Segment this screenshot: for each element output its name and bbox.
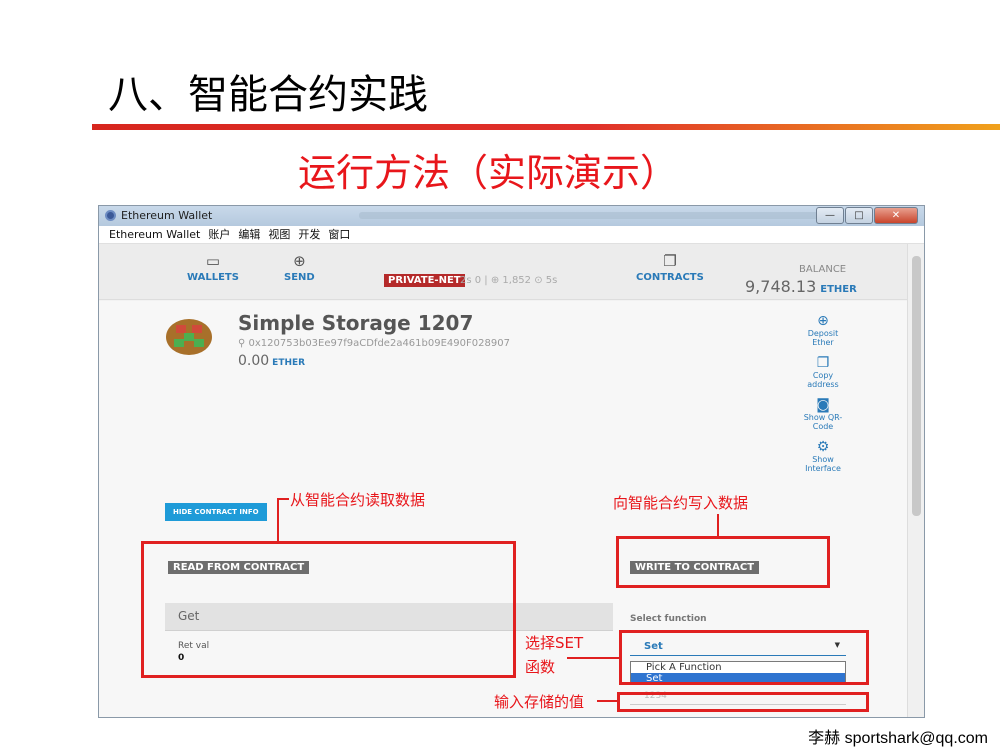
menu-develop[interactable]: 开发 — [298, 226, 320, 243]
network-badge: PRIVATE-NET — [384, 274, 465, 287]
balance-unit: ETHER — [820, 284, 857, 295]
annotation-read: 从智能合约读取数据 — [290, 491, 426, 509]
input-highlight-box — [617, 692, 869, 712]
annotation-read-line-vertical — [277, 498, 279, 542]
window-controls: — □ ✕ — [816, 207, 918, 224]
network-stats: 2s 0 | ⊕ 1,852 ⊙ 5s — [460, 275, 558, 286]
select-highlight-box — [619, 630, 869, 685]
menu-bar: Ethereum Wallet 账户 编辑 视图 开发 窗口 — [99, 226, 924, 244]
scrollbar-thumb[interactable] — [912, 256, 921, 516]
vertical-scrollbar[interactable] — [907, 244, 924, 717]
hide-contract-info-button[interactable]: HIDE CONTRACT INFO — [165, 503, 267, 521]
top-navbar: ▭ WALLETS ⊕ SEND PRIVATE-NET 2s 0 | ⊕ 1,… — [99, 244, 907, 300]
nav-contracts[interactable]: ❐ CONTRACTS — [636, 252, 704, 283]
copy-icon: ❐ — [816, 355, 830, 371]
menu-view[interactable]: 视图 — [268, 226, 290, 243]
nav-wallets-label: WALLETS — [187, 272, 239, 283]
write-highlight-box — [616, 536, 830, 588]
window-titlebar[interactable]: Ethereum Wallet — □ ✕ — [99, 206, 924, 226]
menu-ethereum-wallet[interactable]: Ethereum Wallet — [109, 226, 200, 243]
annotation-write: 向智能合约写入数据 — [613, 494, 749, 512]
contracts-icon: ❐ — [663, 252, 677, 270]
gear-icon: ⚙ — [816, 439, 830, 455]
title-rule — [92, 124, 1000, 130]
slide-subtitle: 运行方法（实际演示） — [298, 151, 679, 195]
annotation-select-set-2: 函数 — [525, 658, 556, 676]
read-highlight-box — [141, 541, 516, 678]
minimize-button[interactable]: — — [816, 207, 844, 224]
slide-title: 八、智能合约实践 — [108, 72, 428, 118]
ethereum-app-icon — [105, 210, 116, 221]
window-title: Ethereum Wallet — [121, 209, 213, 222]
copy-label: Copy address — [807, 371, 839, 389]
maximize-button[interactable]: □ — [845, 207, 873, 224]
close-button[interactable]: ✕ — [874, 207, 918, 224]
select-function-label: Select function — [630, 614, 707, 624]
footer-credit: 李赫 sportshark@qq.com — [808, 730, 988, 747]
contract-name: Simple Storage 1207 — [238, 311, 474, 335]
show-interface-action[interactable]: ⚙ Show Interface — [797, 439, 849, 473]
nav-send[interactable]: ⊕ SEND — [284, 252, 315, 283]
window-title-blurred — [359, 212, 819, 219]
interface-label: Show Interface — [805, 455, 841, 473]
menu-account[interactable]: 账户 — [208, 226, 230, 243]
contract-side-actions: ⊕ Deposit Ether ❐ Copy address ◙ Show QR-Co… — [797, 313, 849, 481]
contract-address-text: 0x120753b03Ee97f9aCDfde2a461b09E490F0289… — [248, 338, 510, 349]
contract-balance-amount: 0.00 — [238, 353, 270, 369]
deposit-label: Deposit Ether — [807, 329, 839, 347]
annotation-input-line — [597, 700, 617, 702]
menu-window[interactable]: 窗口 — [328, 226, 350, 243]
contract-balance-unit: ETHER — [272, 358, 306, 368]
nav-wallets[interactable]: ▭ WALLETS — [187, 252, 239, 283]
qr-label: Show QR-Code — [803, 413, 843, 431]
deposit-icon: ⊕ — [817, 313, 829, 329]
balance-label: BALANCE — [799, 264, 847, 275]
copy-address-action[interactable]: ❐ Copy address — [797, 355, 849, 389]
balance-amount: 9,748.13 — [745, 277, 817, 296]
annotation-select-line — [567, 657, 620, 659]
contract-balance: 0.00 ETHER — [238, 353, 305, 369]
annotation-select-set: 选择SET — [525, 634, 584, 652]
camera-icon: ◙ — [816, 397, 830, 413]
nav-send-label: SEND — [284, 272, 315, 283]
contract-address[interactable]: ⚲ 0x120753b03Ee97f9aCDfde2a461b09E490F02… — [238, 338, 510, 349]
show-qr-action[interactable]: ◙ Show QR-Code — [797, 397, 849, 431]
balance-value: 9,748.13 ETHER — [745, 277, 857, 296]
contract-identicon — [166, 319, 212, 355]
nav-contracts-label: CONTRACTS — [636, 272, 704, 283]
send-icon: ⊕ — [293, 252, 306, 270]
annotation-input: 输入存储的值 — [494, 693, 585, 711]
menu-edit[interactable]: 编辑 — [238, 226, 260, 243]
deposit-ether-action[interactable]: ⊕ Deposit Ether — [797, 313, 849, 347]
annotation-write-line — [717, 514, 719, 536]
wallet-icon: ▭ — [205, 252, 221, 270]
